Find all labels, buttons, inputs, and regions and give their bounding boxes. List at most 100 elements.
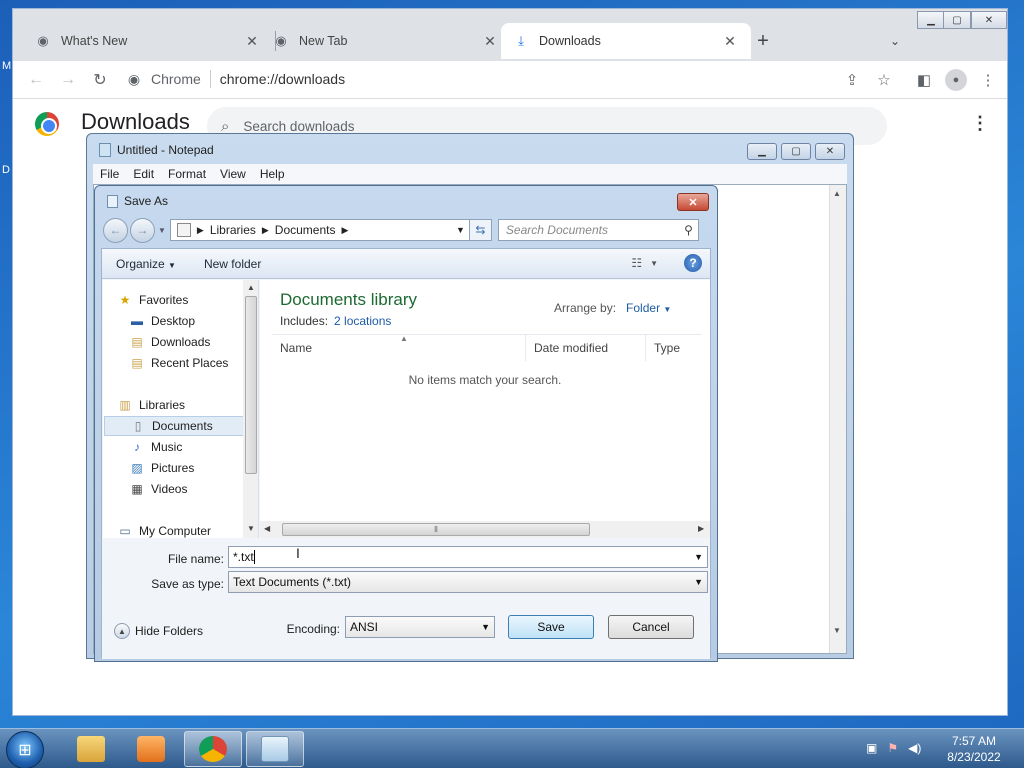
cancel-button[interactable]: Cancel (608, 615, 694, 639)
encoding-select[interactable]: ANSI ▼ (345, 616, 495, 638)
forward-icon[interactable]: → (130, 217, 155, 243)
star-icon[interactable]: ☆ (873, 69, 895, 91)
scroll-up-icon[interactable]: ▲ (833, 189, 841, 198)
scroll-up-icon[interactable]: ▲ (247, 283, 255, 292)
taskbar-notepad[interactable] (246, 731, 304, 767)
kebab-menu-icon[interactable]: ⋮ (971, 113, 989, 134)
share-icon[interactable]: ⇪ (841, 69, 863, 91)
maximize-button[interactable]: ▢ (781, 143, 811, 160)
organize-button[interactable]: Organize ▼ (102, 257, 190, 271)
omnibox-url: chrome://downloads (219, 71, 346, 87)
kebab-menu-icon[interactable]: ⋮ (977, 69, 999, 91)
save-type-select[interactable]: Text Documents (*.txt) ▼ (228, 571, 708, 593)
nav-videos[interactable]: ▦ Videos (129, 479, 258, 499)
scrollbar-thumb[interactable] (245, 296, 257, 474)
menu-help[interactable]: Help (253, 167, 292, 181)
network-icon[interactable]: ▣ (866, 741, 877, 755)
nav-libraries[interactable]: ▥ Libraries (117, 395, 257, 415)
back-icon[interactable]: ← (23, 67, 49, 93)
chevron-up-icon: ▲ (114, 623, 130, 639)
nav-downloads[interactable]: ▤ Downloads (129, 332, 258, 352)
column-header-row: ▲ Name Date modified Type (272, 334, 702, 361)
taskbar-chrome[interactable] (184, 731, 242, 767)
address-bar[interactable]: ▶ Libraries ▶ Documents ▶ ▼ (169, 219, 470, 241)
nav-music[interactable]: ♪ Music (129, 437, 258, 457)
chevron-down-icon[interactable]: ⌄ (885, 31, 905, 51)
column-date-modified[interactable]: Date modified (526, 335, 646, 361)
new-folder-button[interactable]: New folder (190, 257, 275, 271)
minimize-button[interactable]: ▁ (747, 143, 777, 160)
dialog-close-button[interactable]: ✕ (677, 193, 709, 211)
nav-documents[interactable]: ▯ Documents (104, 416, 244, 436)
chevron-down-icon[interactable]: ▼ (694, 552, 703, 562)
menu-file[interactable]: File (93, 167, 126, 181)
menu-format[interactable]: Format (161, 167, 213, 181)
minimize-button[interactable]: ▁ (917, 11, 945, 29)
chevron-down-icon[interactable]: ▼ (650, 259, 658, 268)
chevron-down-icon: ▼ (663, 305, 672, 314)
folder-path-icon (176, 223, 191, 237)
tab-whats-new[interactable]: ◉ What's New ✕ (23, 23, 273, 59)
nav-my-computer[interactable]: ▭ My Computer (117, 521, 257, 538)
system-clock[interactable]: 7:57 AM 8/23/2022 (930, 733, 1018, 765)
nav-favorites[interactable]: ★ Favorites (117, 290, 257, 310)
column-type[interactable]: Type (646, 335, 702, 361)
chevron-right-icon: ▶ (196, 224, 204, 235)
close-window-button[interactable]: ✕ (815, 143, 845, 160)
refresh-icon[interactable]: ⇆ (469, 219, 492, 241)
nav-pictures[interactable]: ▨ Pictures (129, 458, 258, 478)
menu-edit[interactable]: Edit (126, 167, 161, 181)
tab-new-tab[interactable]: ◉ New Tab ✕ (261, 23, 511, 59)
tab-downloads[interactable]: ⤓ Downloads ✕ (501, 23, 751, 59)
close-window-button[interactable]: ✕ (971, 11, 1007, 29)
reload-icon[interactable]: ↻ (87, 67, 113, 93)
vertical-scrollbar[interactable]: ▲ ▼ (829, 185, 846, 653)
new-tab-button[interactable]: + (751, 29, 775, 53)
volume-icon[interactable]: ◀) (908, 741, 921, 755)
file-name-input[interactable]: *.txt ▼ (228, 546, 708, 568)
library-includes: Includes: 2 locations (280, 314, 391, 328)
save-button[interactable]: Save (508, 615, 594, 639)
scroll-down-icon[interactable]: ▼ (833, 626, 841, 635)
locations-link[interactable]: 2 locations (334, 314, 391, 328)
hide-folders-button[interactable]: ▲ Hide Folders (114, 623, 203, 639)
close-icon[interactable]: ✕ (243, 32, 261, 50)
close-icon[interactable]: ✕ (721, 32, 739, 50)
back-icon[interactable]: ← (103, 217, 128, 243)
start-button[interactable]: ⊞ (6, 731, 44, 768)
view-list-icon[interactable]: ☷ (631, 256, 642, 270)
omnibox[interactable]: ◉ Chrome chrome://downloads (125, 64, 455, 94)
nav-label: Libraries (139, 398, 186, 412)
breadcrumb-libraries[interactable]: Libraries (210, 223, 256, 237)
profile-avatar-icon[interactable]: ● (945, 69, 967, 91)
menu-view[interactable]: View (213, 167, 253, 181)
chevron-down-icon: ▼ (694, 577, 703, 587)
nav-recent-places[interactable]: ▤ Recent Places (129, 353, 258, 373)
side-panel-icon[interactable]: ◧ (913, 69, 935, 91)
horizontal-scrollbar[interactable]: ◀ ⦀ ▶ (260, 521, 710, 538)
nav-scrollbar[interactable]: ▲ ▼ (243, 280, 258, 538)
chevron-down-icon[interactable]: ▼ (158, 226, 166, 235)
column-name[interactable]: Name (272, 335, 526, 361)
nav-desktop[interactable]: ▬ Desktop (129, 311, 258, 331)
taskbar-explorer[interactable] (62, 731, 120, 767)
scroll-left-icon[interactable]: ◀ (264, 524, 270, 533)
search-documents-input[interactable]: Search Documents ⚲ (497, 219, 699, 241)
forward-icon[interactable]: → (55, 67, 81, 93)
scroll-right-icon[interactable]: ▶ (698, 524, 704, 533)
downloads-folder-icon: ▤ (131, 335, 143, 349)
chevron-down-icon[interactable]: ▼ (456, 225, 465, 235)
scrollbar-thumb[interactable]: ⦀ (282, 523, 590, 536)
breadcrumb-documents[interactable]: Documents (275, 223, 336, 237)
computer-icon: ▭ (119, 524, 131, 538)
maximize-button[interactable]: ▢ (943, 11, 971, 29)
action-center-icon[interactable]: ⚑ (887, 741, 898, 755)
arrange-by-dropdown[interactable]: Folder ▼ (626, 301, 671, 315)
notepad-icon (99, 143, 111, 157)
taskbar-media-player[interactable] (122, 731, 180, 767)
tab-label: New Tab (299, 34, 348, 48)
scroll-down-icon[interactable]: ▼ (247, 524, 255, 533)
view-controls: ☷ ▼ ? (631, 254, 702, 272)
close-icon[interactable]: ✕ (481, 32, 499, 50)
help-icon[interactable]: ? (684, 254, 702, 272)
